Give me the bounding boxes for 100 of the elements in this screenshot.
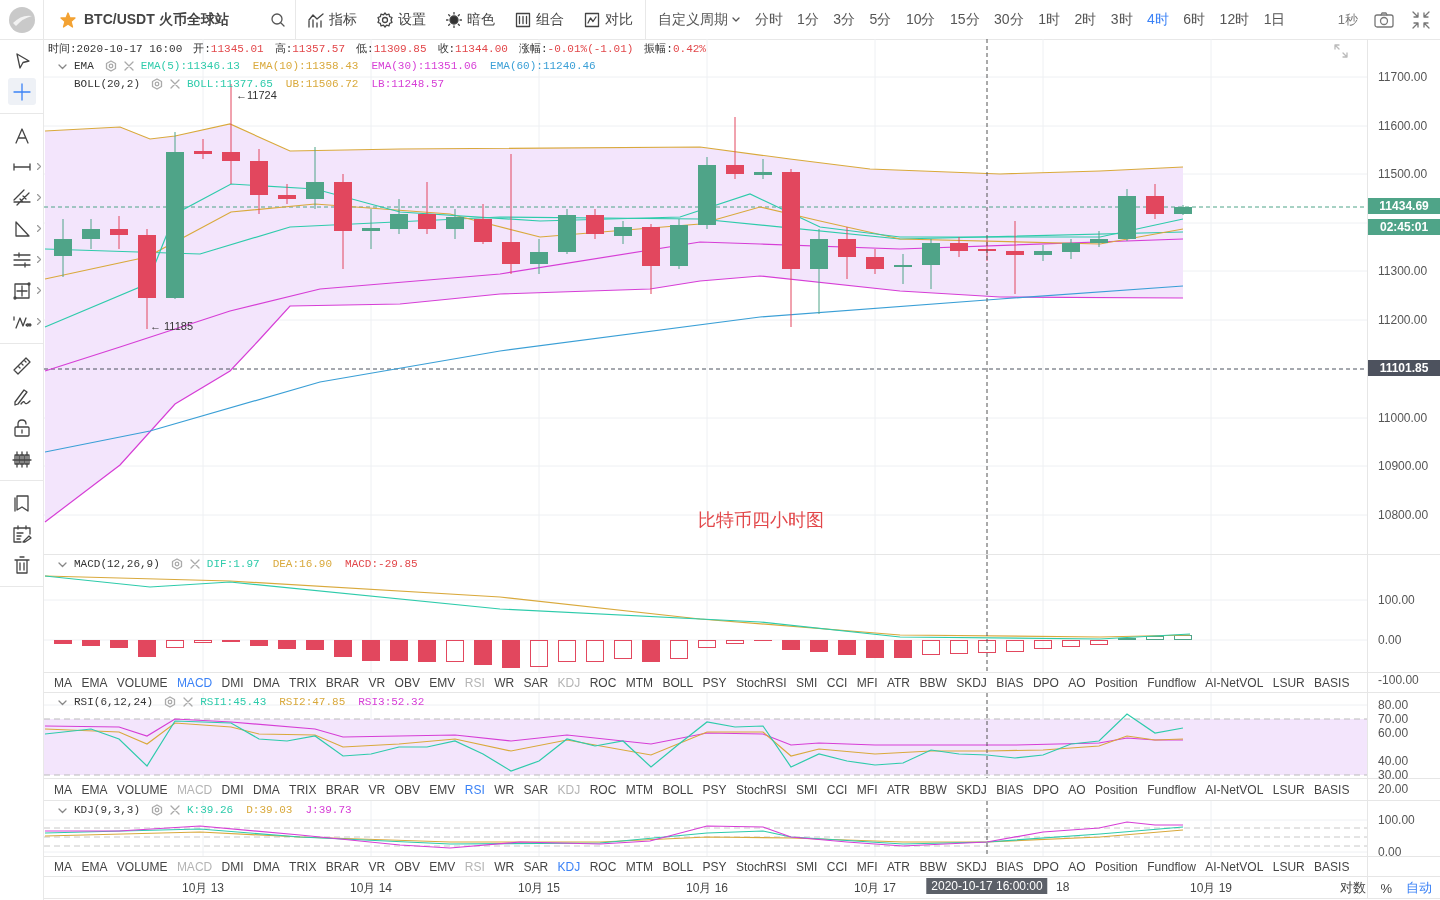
indicator-tab[interactable]: DPO [1032, 675, 1059, 690]
indicator-tab[interactable]: ROC [589, 675, 617, 690]
indicator-tab[interactable]: SKDJ [956, 859, 987, 874]
indicator-tab[interactable]: SMI [796, 859, 818, 874]
period-tab[interactable]: 3时 [1110, 10, 1133, 29]
indicator-tab[interactable]: StochRSI [735, 859, 787, 874]
scale-option[interactable]: 对数 [1340, 879, 1367, 897]
indicator-tab[interactable]: EMV [429, 859, 456, 874]
close-icon[interactable] [183, 697, 194, 707]
hexagon-settings-icon[interactable] [104, 60, 117, 72]
refresh-interval-button[interactable]: 1秒 [1337, 10, 1358, 29]
indicator-tab[interactable]: DMA [253, 859, 280, 874]
indicator-tab[interactable]: LSUR [1272, 859, 1305, 874]
hexagon-settings-icon[interactable] [151, 804, 163, 816]
chevron-icon[interactable] [36, 287, 41, 294]
indicator-tab[interactable]: MFI [856, 782, 878, 797]
indicator-tab[interactable]: BOLL [662, 675, 694, 690]
indicator-tab[interactable]: AI-NetVOL [1205, 782, 1264, 797]
indicator-tab[interactable]: Fundflow [1147, 782, 1196, 797]
expand-icon[interactable] [1333, 43, 1350, 59]
indicator-tab[interactable]: Position [1095, 859, 1138, 874]
indicator-tab[interactable]: MA [54, 675, 72, 690]
indicator-tab[interactable]: SKDJ [956, 782, 987, 797]
chevron-icon[interactable] [36, 163, 41, 170]
indicator-tab[interactable]: CCI [826, 675, 848, 690]
indicator-tab[interactable]: ATR [886, 782, 910, 797]
period-tab[interactable]: 分时 [754, 10, 783, 29]
indicator-tab[interactable]: BIAS [996, 859, 1024, 874]
star-icon[interactable] [60, 11, 76, 28]
indicator-tab[interactable]: LSUR [1272, 782, 1305, 797]
indicator-tab[interactable]: BBW [919, 782, 947, 797]
indicator-tab[interactable]: DMA [253, 675, 280, 690]
indicator-tab[interactable]: RSI [464, 782, 485, 797]
period-tab[interactable]: 5分 [869, 10, 892, 29]
indicator-tab[interactable]: EMA [81, 675, 108, 690]
indicator-tab[interactable]: CCI [826, 782, 848, 797]
indicator-tab[interactable]: OBV [394, 859, 420, 874]
period-tab[interactable]: 6时 [1183, 10, 1206, 29]
indicator-tab[interactable]: Position [1095, 675, 1138, 690]
period-tab[interactable]: 2时 [1074, 10, 1097, 29]
indicator-tab[interactable]: BASIS [1314, 675, 1350, 690]
indicator-tab[interactable]: VOLUME [116, 782, 168, 797]
indicator-tab[interactable]: MA [54, 859, 72, 874]
indicator-tab[interactable]: EMA [81, 859, 108, 874]
indicator-tab[interactable]: BASIS [1314, 859, 1350, 874]
indicator-tab[interactable]: VR [368, 675, 386, 690]
indicator-tab[interactable]: AI-NetVOL [1205, 675, 1264, 690]
indicator-tab[interactable]: OBV [394, 675, 420, 690]
indicator-tab[interactable]: WR [494, 782, 515, 797]
chevron-icon[interactable] [36, 318, 41, 325]
indicator-tab[interactable]: DMI [221, 859, 244, 874]
indicator-tab[interactable]: OBV [394, 782, 420, 797]
scale-option[interactable]: % [1380, 879, 1392, 897]
indicator-tab[interactable]: DPO [1032, 859, 1059, 874]
scale-option[interactable]: 自动 [1406, 879, 1432, 897]
period-tab[interactable]: 1分 [797, 10, 819, 29]
search-icon[interactable] [271, 12, 285, 27]
indicator-tab[interactable]: StochRSI [735, 675, 787, 690]
indicator-tab[interactable]: MTM [625, 782, 654, 797]
indicator-tab[interactable]: WR [494, 859, 515, 874]
toolbar-button[interactable]: 组合 [515, 10, 564, 29]
chevron-icon[interactable] [36, 194, 41, 201]
indicator-tab[interactable]: VR [368, 782, 386, 797]
period-dropdown[interactable]: 自定义周期 [658, 10, 740, 29]
indicator-tab[interactable]: BIAS [996, 782, 1024, 797]
indicator-tab[interactable]: StochRSI [735, 782, 787, 797]
indicator-tab[interactable]: DMA [253, 782, 280, 797]
indicator-tab[interactable]: MACD [176, 675, 213, 690]
indicator-tab[interactable]: BIAS [996, 675, 1024, 690]
indicator-tab[interactable]: AO [1068, 859, 1086, 874]
period-tab[interactable]: 4时 [1147, 10, 1169, 29]
indicator-tab[interactable]: BBW [919, 675, 947, 690]
indicator-tab[interactable]: EMV [429, 675, 456, 690]
indicator-tab[interactable]: BRAR [325, 675, 360, 690]
indicator-tab[interactable]: Fundflow [1147, 675, 1196, 690]
indicator-tab[interactable]: PSY [702, 859, 727, 874]
indicator-tab[interactable]: Fundflow [1147, 859, 1196, 874]
indicator-tab[interactable]: DMI [221, 782, 244, 797]
indicator-tab[interactable]: BRAR [325, 782, 360, 797]
hexagon-settings-icon[interactable] [170, 558, 183, 570]
toolbar-button[interactable]: 设置 [377, 10, 426, 29]
period-tab[interactable]: 15分 [949, 10, 980, 29]
symbol-title[interactable]: BTC/USDT 火币全球站 [84, 10, 229, 29]
indicator-tab[interactable]: ATR [886, 859, 910, 874]
indicator-tab[interactable]: KDJ [557, 859, 581, 874]
period-tab[interactable]: 3分 [833, 10, 856, 29]
indicator-tab[interactable]: BBW [919, 859, 947, 874]
indicator-tab[interactable]: BRAR [325, 859, 360, 874]
camera-icon[interactable] [1374, 11, 1394, 28]
period-tab[interactable]: 30分 [994, 10, 1024, 29]
indicator-tab[interactable]: SAR [523, 675, 549, 690]
hexagon-settings-icon[interactable] [151, 78, 163, 90]
indicator-tab[interactable]: SAR [523, 859, 549, 874]
close-icon[interactable] [170, 805, 180, 815]
indicator-tab[interactable]: BASIS [1314, 782, 1350, 797]
toolbar-button[interactable]: 暗色 [446, 10, 495, 29]
indicator-tab[interactable]: MTM [625, 675, 654, 690]
indicator-tab[interactable]: WR [494, 675, 515, 690]
close-icon[interactable] [189, 559, 200, 569]
indicator-tab[interactable]: VOLUME [116, 859, 168, 874]
